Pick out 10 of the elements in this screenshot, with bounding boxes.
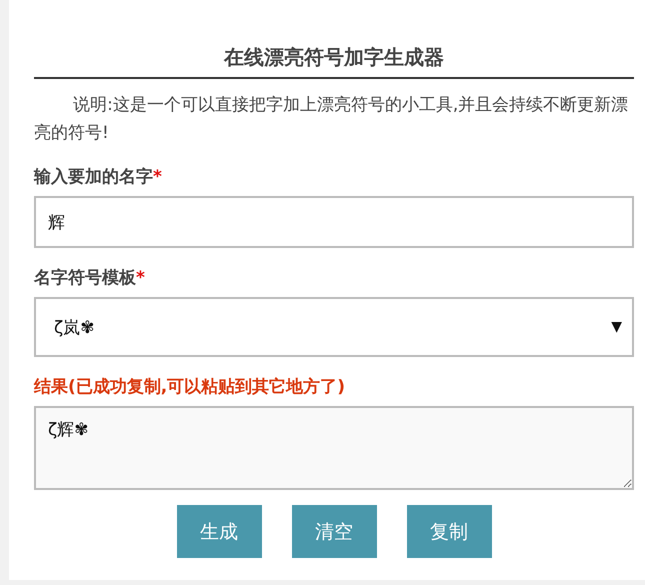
required-mark: * xyxy=(136,268,145,288)
template-dropdown[interactable]: ζ岚✾ ▼ xyxy=(34,297,634,357)
description-text: 说明:这是一个可以直接把字加上漂亮符号的小工具,并且会持续不断更新漂亮的符号! xyxy=(34,94,630,145)
result-label: 结果(已成功复制,可以粘贴到其它地方了) xyxy=(34,376,346,398)
field-label: 名字符号模板 xyxy=(34,268,136,288)
name-input-field[interactable]: 辉 xyxy=(34,196,634,248)
result-text-area[interactable]: ζ辉✾ xyxy=(34,406,634,490)
page-title: 在线漂亮符号加字生成器 xyxy=(34,44,634,79)
required-mark: * xyxy=(153,167,162,187)
field-label: 输入要加的名字 xyxy=(34,167,153,187)
